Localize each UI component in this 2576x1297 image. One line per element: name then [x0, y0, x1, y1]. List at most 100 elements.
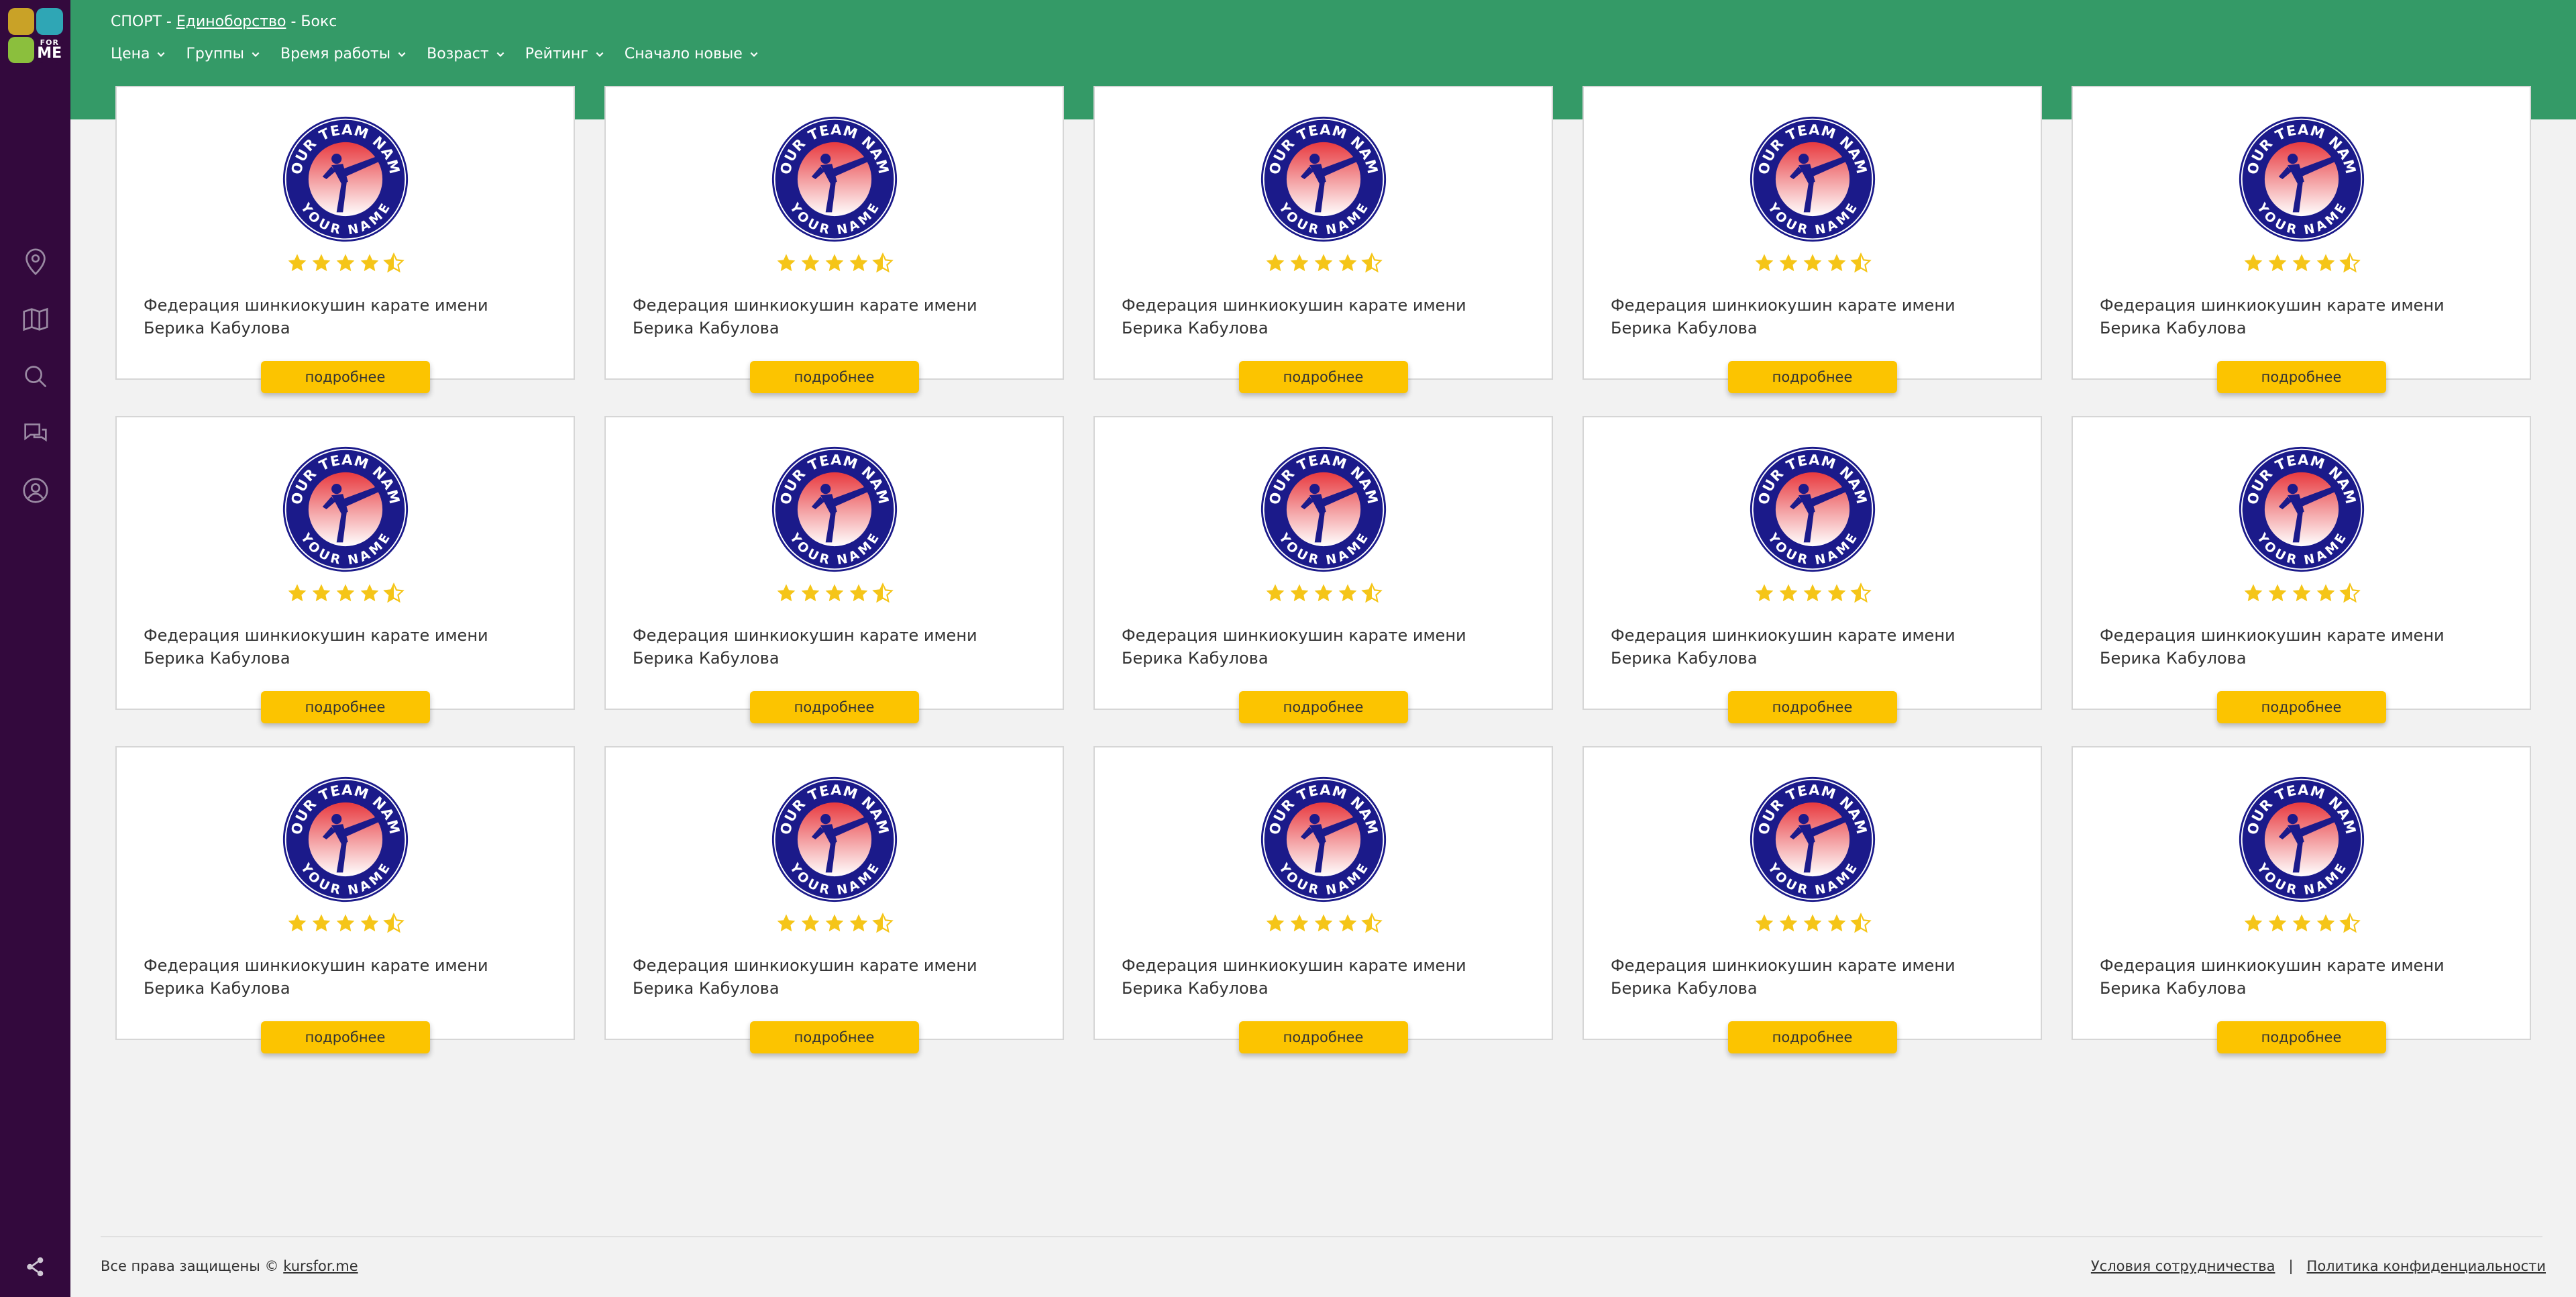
- star-full-icon: [825, 914, 843, 932]
- details-button[interactable]: подробнее: [260, 361, 430, 393]
- listing-card[interactable]: YOUR TEAM NAME YOUR NAME Федерация шинки…: [115, 416, 575, 723]
- rating-stars: [286, 913, 405, 934]
- filter-label: Возраст: [427, 46, 489, 62]
- star-full-icon: [336, 584, 354, 602]
- details-button[interactable]: подробнее: [1727, 361, 1897, 393]
- location-icon[interactable]: [19, 246, 52, 279]
- club-emblem-image: YOUR TEAM NAME YOUR NAME: [1260, 446, 1386, 572]
- terms-link[interactable]: Условия сотрудничества: [2091, 1258, 2275, 1274]
- breadcrumb-separator: -: [286, 13, 301, 30]
- listing-card[interactable]: YOUR TEAM NAME YOUR NAME Федерация шинки…: [604, 416, 1064, 723]
- listing-card[interactable]: YOUR TEAM NAME YOUR NAME Федерация шинки…: [1582, 86, 2042, 393]
- logo[interactable]: FOR ME: [7, 8, 63, 63]
- listing-title[interactable]: Федерация шинкиокушин карате имени Берик…: [1611, 954, 2014, 1000]
- listing-card[interactable]: YOUR TEAM NAME YOUR NAME Федерация шинки…: [1582, 746, 2042, 1053]
- star-full-icon: [1827, 584, 1845, 602]
- details-button[interactable]: подробнее: [1727, 691, 1897, 723]
- listing-card[interactable]: YOUR TEAM NAME YOUR NAME Федерация шинки…: [604, 86, 1064, 393]
- listing-title[interactable]: Федерация шинкиокушин карате имени Берик…: [1122, 294, 1525, 340]
- star-full-icon: [2268, 914, 2286, 932]
- listing-card[interactable]: YOUR TEAM NAME YOUR NAME Федерация шинки…: [115, 746, 575, 1053]
- details-button[interactable]: подробнее: [260, 1021, 430, 1053]
- club-emblem-image: YOUR TEAM NAME YOUR NAME: [2238, 776, 2364, 902]
- listing-title[interactable]: Федерация шинкиокушин карате имени Берик…: [633, 294, 1036, 340]
- star-full-icon: [1314, 584, 1332, 602]
- filter-label: Группы: [186, 46, 245, 62]
- listing-title[interactable]: Федерация шинкиокушин карате имени Берик…: [1611, 624, 2014, 670]
- star-full-icon: [1779, 254, 1797, 272]
- listing-title[interactable]: Федерация шинкиокушин карате имени Берик…: [1122, 954, 1525, 1000]
- listing-card[interactable]: YOUR TEAM NAME YOUR NAME Федерация шинки…: [115, 86, 575, 393]
- listing-title[interactable]: Федерация шинкиокушин карате имени Берик…: [2100, 954, 2503, 1000]
- filter-age[interactable]: Возраст: [427, 46, 505, 62]
- user-icon[interactable]: [19, 474, 52, 507]
- listing-title[interactable]: Федерация шинкиокушин карате имени Берик…: [144, 624, 547, 670]
- breadcrumb-category[interactable]: Единоборство: [176, 13, 286, 30]
- sidebar: FOR ME: [0, 0, 70, 1297]
- filter-hours[interactable]: Время работы: [280, 46, 407, 62]
- star-full-icon: [288, 584, 306, 602]
- listing-title[interactable]: Федерация шинкиокушин карате имени Берик…: [633, 954, 1036, 1000]
- breadcrumb-current: Бокс: [301, 13, 337, 30]
- listing-title[interactable]: Федерация шинкиокушин карате имени Берик…: [1122, 624, 1525, 670]
- star-half-icon: [871, 582, 894, 603]
- rating-stars: [1754, 582, 1872, 604]
- listing-card[interactable]: YOUR TEAM NAME YOUR NAME Федерация шинки…: [1093, 416, 1553, 723]
- details-button[interactable]: подробнее: [1727, 1021, 1897, 1053]
- listing-card[interactable]: YOUR TEAM NAME YOUR NAME Федерация шинки…: [1093, 86, 1553, 393]
- details-button[interactable]: подробнее: [1238, 361, 1408, 393]
- site-link[interactable]: kursfor.me: [283, 1258, 358, 1274]
- map-icon[interactable]: [19, 303, 52, 336]
- star-full-icon: [360, 254, 378, 272]
- star-full-icon: [849, 584, 867, 602]
- filter-groups[interactable]: Группы: [186, 46, 260, 62]
- star-full-icon: [1803, 584, 1821, 602]
- listing-card[interactable]: YOUR TEAM NAME YOUR NAME Федерация шинки…: [2072, 416, 2531, 723]
- listing-title[interactable]: Федерация шинкиокушин карате имени Берик…: [2100, 294, 2503, 340]
- star-half-icon: [871, 252, 894, 273]
- chevron-down-icon: [596, 52, 604, 57]
- chevron-down-icon: [252, 52, 260, 57]
- filter-price[interactable]: Цена: [111, 46, 166, 62]
- listing-card[interactable]: YOUR TEAM NAME YOUR NAME Федерация шинки…: [1093, 746, 1553, 1053]
- star-full-icon: [1266, 254, 1284, 272]
- details-button[interactable]: подробнее: [2216, 1021, 2386, 1053]
- star-full-icon: [1290, 254, 1308, 272]
- filter-rating[interactable]: Рейтинг: [525, 46, 604, 62]
- rating-stars: [2243, 913, 2361, 934]
- details-button[interactable]: подробнее: [1238, 1021, 1408, 1053]
- details-button[interactable]: подробнее: [749, 1021, 919, 1053]
- details-button[interactable]: подробнее: [749, 361, 919, 393]
- listing-title[interactable]: Федерация шинкиокушин карате имени Берик…: [144, 294, 547, 340]
- search-icon[interactable]: [19, 360, 52, 393]
- star-full-icon: [2316, 584, 2334, 602]
- listing-title[interactable]: Федерация шинкиокушин карате имени Берик…: [2100, 624, 2503, 670]
- privacy-link[interactable]: Политика конфиденциальности: [2307, 1258, 2546, 1274]
- star-full-icon: [2268, 254, 2286, 272]
- listing-card[interactable]: YOUR TEAM NAME YOUR NAME Федерация шинки…: [604, 746, 1064, 1053]
- star-full-icon: [360, 584, 378, 602]
- listing-title[interactable]: Федерация шинкиокушин карате имени Берик…: [144, 954, 547, 1000]
- club-emblem-image: YOUR TEAM NAME YOUR NAME: [282, 776, 408, 902]
- listing-title[interactable]: Федерация шинкиокушин карате имени Берик…: [633, 624, 1036, 670]
- details-button[interactable]: подробнее: [260, 691, 430, 723]
- details-button[interactable]: подробнее: [2216, 691, 2386, 723]
- star-full-icon: [1266, 584, 1284, 602]
- details-button[interactable]: подробнее: [1238, 691, 1408, 723]
- listing-card[interactable]: YOUR TEAM NAME YOUR NAME Федерация шинки…: [1582, 416, 2042, 723]
- listing-title[interactable]: Федерация шинкиокушин карате имени Берик…: [1611, 294, 2014, 340]
- star-full-icon: [2244, 584, 2262, 602]
- star-half-icon: [1849, 582, 1872, 603]
- star-full-icon: [288, 254, 306, 272]
- details-button[interactable]: подробнее: [2216, 361, 2386, 393]
- share-icon[interactable]: [24, 1255, 47, 1278]
- star-half-icon: [382, 582, 405, 603]
- listing-card[interactable]: YOUR TEAM NAME YOUR NAME Федерация шинки…: [2072, 746, 2531, 1053]
- breadcrumb-root[interactable]: СПОРТ: [111, 13, 162, 30]
- listing-card[interactable]: YOUR TEAM NAME YOUR NAME Федерация шинки…: [2072, 86, 2531, 393]
- filter-sort[interactable]: Сначало новые: [625, 46, 759, 62]
- chat-icon[interactable]: [19, 417, 52, 450]
- details-button[interactable]: подробнее: [749, 691, 919, 723]
- star-full-icon: [777, 914, 795, 932]
- star-full-icon: [1803, 914, 1821, 932]
